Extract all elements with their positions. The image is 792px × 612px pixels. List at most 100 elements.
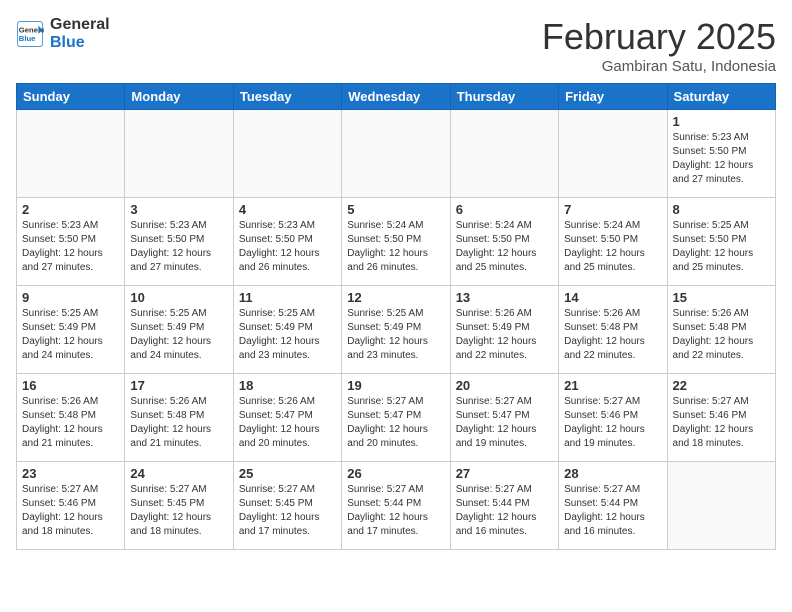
calendar-week-3: 9 Sunrise: 5:25 AM Sunset: 5:49 PM Daylig… — [17, 286, 776, 374]
day-number: 23 — [22, 466, 119, 481]
calendar-cell: 11 Sunrise: 5:25 AM Sunset: 5:49 PM Dayli… — [233, 286, 341, 374]
day-info: Sunrise: 5:25 AM Sunset: 5:49 PM Dayligh… — [347, 307, 444, 363]
day-number: 5 — [347, 202, 444, 217]
page-header: General Blue General Blue February 2025 … — [16, 16, 776, 75]
day-info: Sunrise: 5:27 AM Sunset: 5:45 PM Dayligh… — [239, 483, 336, 539]
month-title: February 2025 — [542, 16, 776, 58]
weekday-friday: Friday — [559, 84, 667, 110]
calendar-cell: 12 Sunrise: 5:25 AM Sunset: 5:49 PM Dayli… — [342, 286, 450, 374]
calendar-cell: 17Sunrise: 5:26 AM Sunset: 5:48 PM Dayli… — [125, 374, 233, 462]
day-info: Sunrise: 5:27 AM Sunset: 5:44 PM Dayligh… — [456, 483, 553, 539]
day-number: 28 — [564, 466, 661, 481]
weekday-header-row: SundayMondayTuesdayWednesdayThursdayFrid… — [17, 84, 776, 110]
day-info: Sunrise: 5:24 AM Sunset: 5:50 PM Dayligh… — [347, 219, 444, 275]
calendar-cell: 25 Sunrise: 5:27 AM Sunset: 5:45 PM Dayli… — [233, 462, 341, 550]
svg-text:Blue: Blue — [19, 34, 36, 43]
day-info: Sunrise: 5:27 AM Sunset: 5:44 PM Dayligh… — [564, 483, 661, 539]
calendar-cell: 24 Sunrise: 5:27 AM Sunset: 5:45 PM Dayli… — [125, 462, 233, 550]
day-number: 17 — [130, 378, 227, 393]
day-number: 3 — [130, 202, 227, 217]
logo-icon: General Blue — [16, 20, 44, 48]
calendar-cell — [559, 110, 667, 198]
day-number: 12 — [347, 290, 444, 305]
day-number: 20 — [456, 378, 553, 393]
weekday-wednesday: Wednesday — [342, 84, 450, 110]
day-info: Sunrise: 5:24 AM Sunset: 5:50 PM Dayligh… — [564, 219, 661, 275]
weekday-sunday: Sunday — [17, 84, 125, 110]
calendar-cell — [17, 110, 125, 198]
title-block: February 2025 Gambiran Satu, Indonesia — [542, 16, 776, 75]
day-info: Sunrise: 5:25 AM Sunset: 5:49 PM Dayligh… — [22, 307, 119, 363]
calendar-cell: 10 Sunrise: 5:25 AM Sunset: 5:49 PM Dayli… — [125, 286, 233, 374]
day-info: Sunrise: 5:27 AM Sunset: 5:47 PM Dayligh… — [456, 395, 553, 451]
calendar-cell: 5 Sunrise: 5:24 AM Sunset: 5:50 PM Daylig… — [342, 198, 450, 286]
day-number: 22 — [673, 378, 770, 393]
calendar-cell: 9 Sunrise: 5:25 AM Sunset: 5:49 PM Daylig… — [17, 286, 125, 374]
day-info: Sunrise: 5:26 AM Sunset: 5:49 PM Dayligh… — [456, 307, 553, 363]
calendar-cell: 19 Sunrise: 5:27 AM Sunset: 5:47 PM Dayli… — [342, 374, 450, 462]
calendar-cell: 4 Sunrise: 5:23 AM Sunset: 5:50 PM Daylig… — [233, 198, 341, 286]
day-info: Sunrise: 5:25 AM Sunset: 5:49 PM Dayligh… — [130, 307, 227, 363]
day-info: Sunrise: 5:27 AM Sunset: 5:44 PM Dayligh… — [347, 483, 444, 539]
calendar-cell: 3 Sunrise: 5:23 AM Sunset: 5:50 PM Daylig… — [125, 198, 233, 286]
day-number: 24 — [130, 466, 227, 481]
day-info: Sunrise: 5:23 AM Sunset: 5:50 PM Dayligh… — [130, 219, 227, 275]
day-info: Sunrise: 5:26 AM Sunset: 5:48 PM Dayligh… — [22, 395, 119, 451]
day-info: Sunrise: 5:26 AM Sunset: 5:47 PM Dayligh… — [239, 395, 336, 451]
day-number: 9 — [22, 290, 119, 305]
day-info: Sunrise: 5:23 AM Sunset: 5:50 PM Dayligh… — [22, 219, 119, 275]
day-number: 26 — [347, 466, 444, 481]
day-number: 27 — [456, 466, 553, 481]
calendar-week-4: 16 Sunrise: 5:26 AM Sunset: 5:48 PM Dayli… — [17, 374, 776, 462]
weekday-saturday: Saturday — [667, 84, 775, 110]
location-subtitle: Gambiran Satu, Indonesia — [542, 58, 776, 75]
day-info: Sunrise: 5:23 AM Sunset: 5:50 PM Dayligh… — [673, 131, 770, 187]
calendar-week-1: 1 Sunrise: 5:23 AM Sunset: 5:50 PM Daylig… — [17, 110, 776, 198]
calendar-cell: 18 Sunrise: 5:26 AM Sunset: 5:47 PM Dayli… — [233, 374, 341, 462]
calendar-cell: 2Sunrise: 5:23 AM Sunset: 5:50 PM Daylig… — [17, 198, 125, 286]
day-number: 25 — [239, 466, 336, 481]
day-info: Sunrise: 5:26 AM Sunset: 5:48 PM Dayligh… — [673, 307, 770, 363]
calendar-cell: 28 Sunrise: 5:27 AM Sunset: 5:44 PM Dayli… — [559, 462, 667, 550]
day-info: Sunrise: 5:23 AM Sunset: 5:50 PM Dayligh… — [239, 219, 336, 275]
weekday-tuesday: Tuesday — [233, 84, 341, 110]
weekday-thursday: Thursday — [450, 84, 558, 110]
day-number: 8 — [673, 202, 770, 217]
calendar-cell — [125, 110, 233, 198]
calendar-table: SundayMondayTuesdayWednesdayThursdayFrid… — [16, 83, 776, 550]
calendar-body: 1 Sunrise: 5:23 AM Sunset: 5:50 PM Daylig… — [17, 110, 776, 550]
day-number: 14 — [564, 290, 661, 305]
calendar-week-5: 23Sunrise: 5:27 AM Sunset: 5:46 PM Dayli… — [17, 462, 776, 550]
day-info: Sunrise: 5:27 AM Sunset: 5:47 PM Dayligh… — [347, 395, 444, 451]
calendar-cell: 15Sunrise: 5:26 AM Sunset: 5:48 PM Dayli… — [667, 286, 775, 374]
day-number: 10 — [130, 290, 227, 305]
day-info: Sunrise: 5:27 AM Sunset: 5:45 PM Dayligh… — [130, 483, 227, 539]
day-number: 7 — [564, 202, 661, 217]
logo-text-general: General — [50, 16, 110, 34]
day-info: Sunrise: 5:25 AM Sunset: 5:50 PM Dayligh… — [673, 219, 770, 275]
day-number: 19 — [347, 378, 444, 393]
calendar-cell: 14 Sunrise: 5:26 AM Sunset: 5:48 PM Dayli… — [559, 286, 667, 374]
calendar-cell: 21Sunrise: 5:27 AM Sunset: 5:46 PM Dayli… — [559, 374, 667, 462]
day-number: 1 — [673, 114, 770, 129]
calendar-cell: 6 Sunrise: 5:24 AM Sunset: 5:50 PM Daylig… — [450, 198, 558, 286]
day-number: 6 — [456, 202, 553, 217]
calendar-cell: 22Sunrise: 5:27 AM Sunset: 5:46 PM Dayli… — [667, 374, 775, 462]
calendar-cell: 7 Sunrise: 5:24 AM Sunset: 5:50 PM Daylig… — [559, 198, 667, 286]
day-info: Sunrise: 5:25 AM Sunset: 5:49 PM Dayligh… — [239, 307, 336, 363]
weekday-monday: Monday — [125, 84, 233, 110]
day-number: 16 — [22, 378, 119, 393]
calendar-cell — [233, 110, 341, 198]
calendar-cell: 8 Sunrise: 5:25 AM Sunset: 5:50 PM Daylig… — [667, 198, 775, 286]
calendar-week-2: 2Sunrise: 5:23 AM Sunset: 5:50 PM Daylig… — [17, 198, 776, 286]
calendar-cell — [667, 462, 775, 550]
day-info: Sunrise: 5:24 AM Sunset: 5:50 PM Dayligh… — [456, 219, 553, 275]
day-number: 11 — [239, 290, 336, 305]
day-info: Sunrise: 5:26 AM Sunset: 5:48 PM Dayligh… — [564, 307, 661, 363]
calendar-cell: 26 Sunrise: 5:27 AM Sunset: 5:44 PM Dayli… — [342, 462, 450, 550]
calendar-cell: 23Sunrise: 5:27 AM Sunset: 5:46 PM Dayli… — [17, 462, 125, 550]
day-number: 4 — [239, 202, 336, 217]
day-number: 18 — [239, 378, 336, 393]
calendar-cell: 13Sunrise: 5:26 AM Sunset: 5:49 PM Dayli… — [450, 286, 558, 374]
calendar-cell: 20 Sunrise: 5:27 AM Sunset: 5:47 PM Dayli… — [450, 374, 558, 462]
